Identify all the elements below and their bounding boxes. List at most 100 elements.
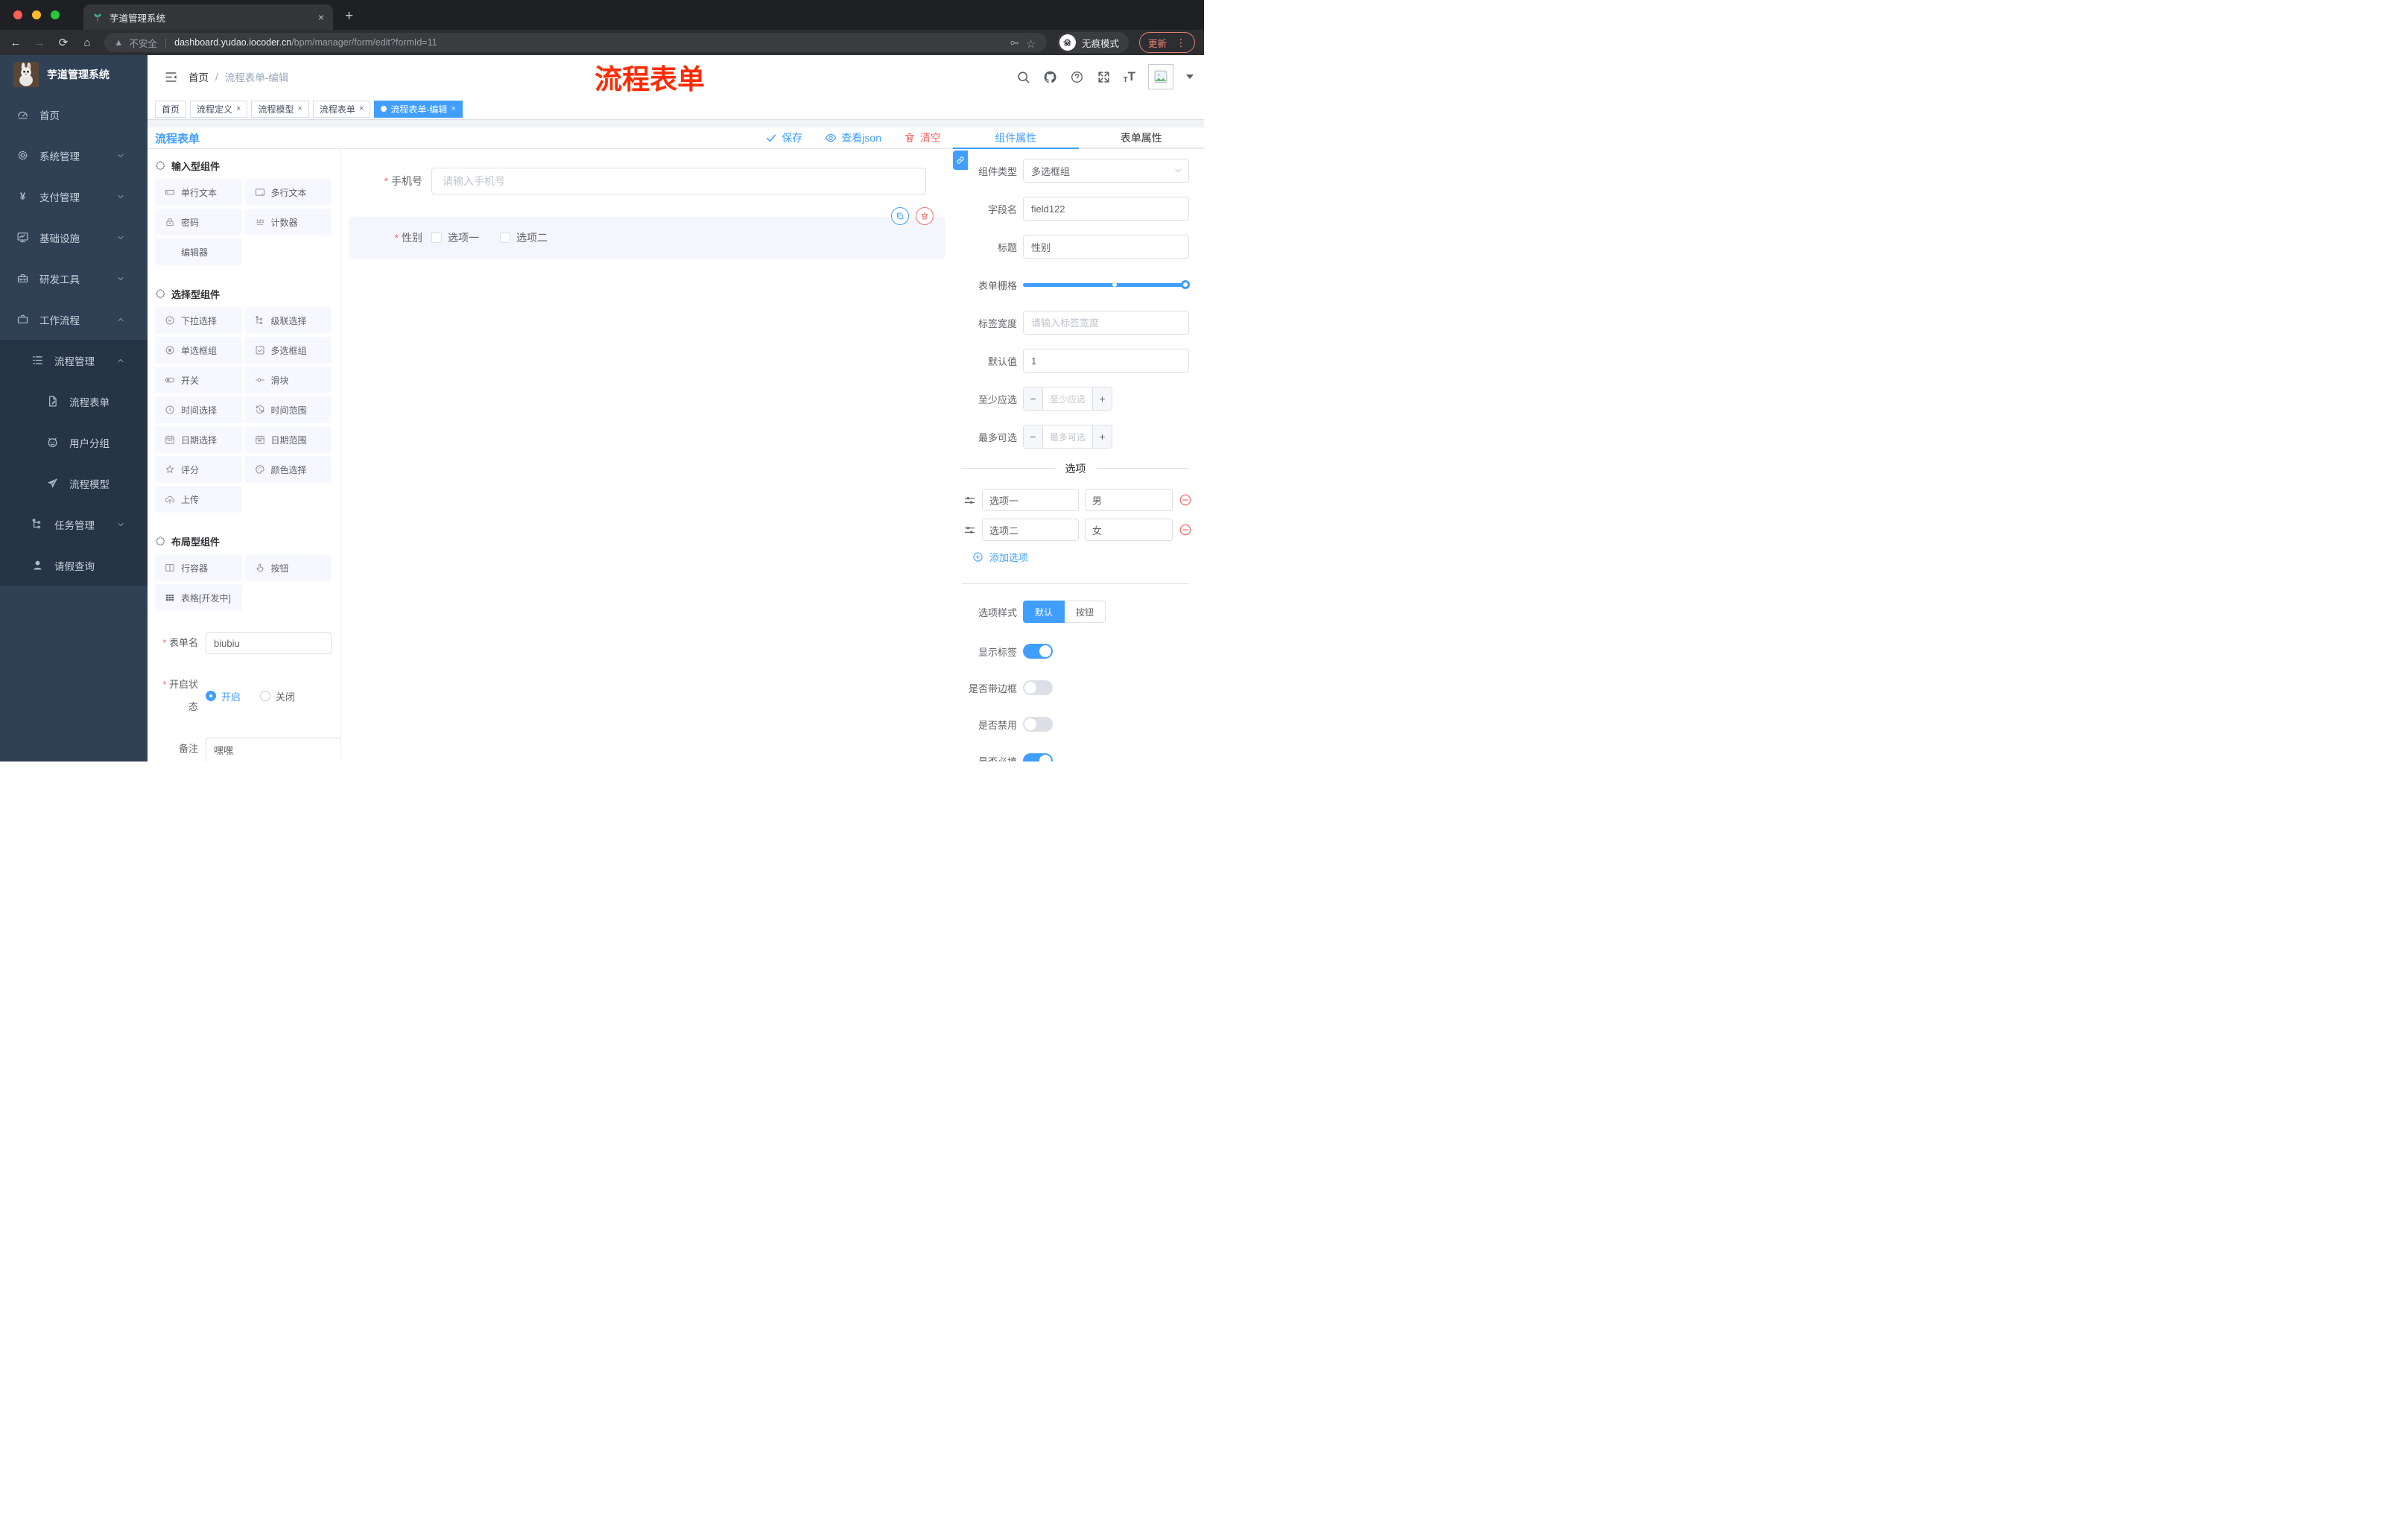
component-item[interactable]: 级联选择: [244, 307, 332, 334]
max-select-stepper[interactable]: − 最多可选 +: [1023, 425, 1112, 449]
help-icon[interactable]: [1070, 70, 1084, 84]
tag-item-active[interactable]: 流程表单-编辑 ×: [374, 100, 463, 118]
view-json-button[interactable]: 查看json: [825, 130, 881, 145]
component-item[interactable]: 123 计数器: [244, 209, 332, 235]
component-item[interactable]: 行容器: [155, 554, 242, 581]
switch-toggle[interactable]: [1023, 753, 1053, 762]
sidebar-item-doc-edit[interactable]: 流程表单: [0, 381, 148, 422]
gender-option-1-checkbox[interactable]: 选项一: [431, 230, 479, 245]
sidebar-item-briefcase[interactable]: 工作流程: [0, 299, 148, 340]
tag-close-icon[interactable]: ×: [297, 104, 302, 113]
status-off-radio[interactable]: 关闭: [260, 689, 295, 703]
status-on-radio[interactable]: 开启: [206, 689, 241, 703]
option-value-input[interactable]: [1084, 519, 1173, 541]
switch-toggle[interactable]: [1023, 644, 1053, 659]
close-window-button[interactable]: [13, 10, 22, 19]
component-item[interactable]: 多行文本: [244, 179, 332, 206]
title-input[interactable]: [1023, 235, 1189, 259]
component-item[interactable]: 编辑器: [155, 238, 242, 265]
home-button[interactable]: ⌂: [80, 37, 94, 49]
component-item[interactable]: 密码: [155, 209, 242, 235]
sidebar-item-dashboard[interactable]: 首页: [0, 94, 148, 135]
option-value-input[interactable]: [1084, 489, 1173, 511]
tag-close-icon[interactable]: ×: [359, 104, 364, 113]
copy-field-button[interactable]: [891, 207, 909, 225]
sidebar-item-toolbox[interactable]: 研发工具: [0, 258, 148, 299]
component-item[interactable]: 单选框组: [155, 337, 242, 364]
remove-option-button[interactable]: [1179, 493, 1192, 507]
sidebar-item-flow-list[interactable]: 流程管理: [0, 340, 148, 381]
tag-close-icon[interactable]: ×: [236, 104, 241, 113]
sidebar-item-org-tree[interactable]: 任务管理: [0, 504, 148, 545]
decrease-button[interactable]: −: [1024, 387, 1043, 410]
back-button[interactable]: ←: [9, 37, 22, 49]
slider-handle[interactable]: [1181, 280, 1190, 289]
sidebar-item-gear[interactable]: 系统管理: [0, 135, 148, 176]
form-remark-textarea[interactable]: 嘿嘿: [206, 738, 340, 762]
component-item[interactable]: 颜色选择: [244, 456, 332, 483]
fullscreen-icon[interactable]: [1097, 70, 1111, 84]
option-label-input[interactable]: [982, 519, 1079, 541]
component-item[interactable]: 按钮: [244, 554, 332, 581]
increase-button[interactable]: +: [1092, 425, 1112, 448]
hamburger-icon[interactable]: [164, 70, 178, 84]
github-icon[interactable]: [1043, 70, 1057, 84]
component-item[interactable]: 表格[开发中]: [155, 584, 242, 611]
save-button[interactable]: 保存: [765, 130, 802, 145]
remove-option-button[interactable]: [1179, 523, 1192, 536]
sidebar-item-robot-face[interactable]: 用户分组: [0, 422, 148, 463]
component-item[interactable]: 滑块: [244, 367, 332, 393]
increase-button[interactable]: +: [1092, 387, 1112, 410]
min-select-stepper[interactable]: − 至少应选 +: [1023, 387, 1112, 411]
form-grid-slider[interactable]: [1023, 273, 1190, 297]
field-name-input[interactable]: [1023, 197, 1189, 221]
browser-tab[interactable]: M 芋道管理系统 ×: [83, 4, 333, 30]
browser-menu-icon[interactable]: ⋮: [1176, 37, 1186, 49]
option-label-input[interactable]: [982, 489, 1079, 511]
component-item[interactable]: 单行文本: [155, 179, 242, 206]
canvas-field-gender-selected[interactable]: 性别 选项一 选项二: [349, 207, 945, 259]
sidebar-logo[interactable]: 芋道管理系统: [0, 55, 148, 94]
label-width-input[interactable]: [1023, 311, 1189, 335]
sidebar-item-person[interactable]: 请假查询: [0, 545, 148, 586]
component-item[interactable]: 时间范围: [244, 396, 332, 423]
clear-button[interactable]: 清空: [904, 130, 941, 145]
component-type-select[interactable]: 多选框组: [1023, 159, 1189, 183]
sidebar-item-monitor[interactable]: 基础设施: [0, 217, 148, 258]
tab-close-icon[interactable]: ×: [318, 11, 324, 23]
chrome-update-button[interactable]: 更新 ⋮: [1138, 32, 1195, 53]
style-default-button[interactable]: 默认: [1023, 601, 1065, 623]
avatar-caret-icon[interactable]: [1186, 75, 1194, 79]
key-icon[interactable]: [1009, 37, 1020, 48]
add-option-button[interactable]: 添加选项: [972, 550, 1204, 564]
bookmark-star-icon[interactable]: ☆: [1026, 37, 1037, 51]
forward-button[interactable]: →: [33, 37, 46, 49]
canvas-field-phone[interactable]: 手机号 请输入手机号: [368, 168, 926, 194]
window-controls[interactable]: [13, 10, 60, 19]
link-tag-button[interactable]: [953, 151, 968, 170]
tab-form-props[interactable]: 表单属性: [1079, 127, 1205, 148]
switch-toggle[interactable]: [1023, 717, 1053, 732]
decrease-button[interactable]: −: [1024, 425, 1043, 448]
breadcrumb-home[interactable]: 首页: [188, 69, 209, 84]
tab-component-props[interactable]: 组件属性: [953, 127, 1079, 149]
component-item[interactable]: 日期选择: [155, 426, 242, 453]
delete-field-button[interactable]: [916, 207, 934, 225]
address-bar[interactable]: ▲ 不安全 | dashboard.yudao.iocoder.cn/bpm/m…: [104, 33, 1047, 52]
component-item[interactable]: 开关: [155, 367, 242, 393]
component-item[interactable]: 多选框组: [244, 337, 332, 364]
minimize-window-button[interactable]: [32, 10, 41, 19]
component-item[interactable]: 下拉选择: [155, 307, 242, 334]
sidebar-item-yen[interactable]: ¥ 支付管理: [0, 176, 148, 217]
tag-item[interactable]: 流程模型 ×: [251, 100, 309, 118]
tag-item[interactable]: 首页: [155, 100, 187, 118]
tag-item[interactable]: 流程表单 ×: [312, 100, 371, 118]
default-value-input[interactable]: [1023, 349, 1189, 373]
zoom-window-button[interactable]: [51, 10, 60, 19]
tag-close-icon[interactable]: ×: [451, 104, 455, 113]
style-button-button[interactable]: 按钮: [1065, 601, 1106, 623]
font-size-icon[interactable]: TT: [1124, 69, 1136, 84]
form-name-input[interactable]: [206, 632, 332, 654]
avatar[interactable]: [1148, 64, 1173, 89]
component-item[interactable]: 日期范围: [244, 426, 332, 453]
